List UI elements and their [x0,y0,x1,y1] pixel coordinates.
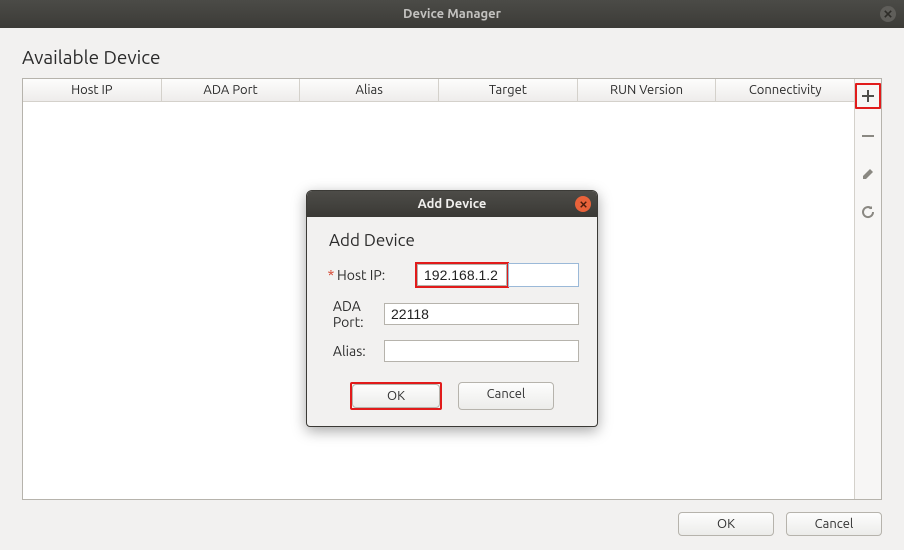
modal-title: Add Device [418,197,487,211]
column-header-run-version[interactable]: RUN Version [578,79,717,101]
column-header-target[interactable]: Target [439,79,578,101]
window-titlebar: Device Manager [0,0,904,28]
hostip-label: Host IP: [337,267,415,283]
column-header-ada-port[interactable]: ADA Port [162,79,301,101]
alias-row: Alias: [325,340,579,362]
adaport-input[interactable] [384,303,579,325]
modal-cancel-button[interactable]: Cancel [458,382,554,410]
modal-heading: Add Device [329,231,579,250]
alias-input[interactable] [384,340,579,362]
cancel-button[interactable]: Cancel [786,512,882,536]
close-icon[interactable] [575,196,591,212]
minus-icon[interactable] [857,125,879,147]
modal-titlebar: Add Device [307,191,597,217]
modal-ok-button[interactable]: OK [352,384,440,408]
refresh-icon[interactable] [857,201,879,223]
adaport-label: ADA Port: [333,298,384,330]
table-header-row: Host IP ADA Port Alias Target RUN Versio… [23,79,854,102]
ok-highlight: OK [350,382,442,410]
column-header-alias[interactable]: Alias [300,79,439,101]
ok-button[interactable]: OK [678,512,774,536]
plus-icon[interactable] [857,85,879,107]
column-header-connectivity[interactable]: Connectivity [716,79,854,101]
hostip-row: * Host IP: [325,262,579,288]
add-device-dialog: Add Device Add Device * Host IP: ADA Por… [306,190,598,427]
side-toolbar [854,79,881,499]
alias-label: Alias: [333,343,384,359]
column-header-host-ip[interactable]: Host IP [23,79,162,101]
edit-icon[interactable] [857,163,879,185]
modal-button-bar: OK Cancel [325,382,579,410]
dialog-button-bar: OK Cancel [678,512,882,536]
close-icon[interactable] [880,6,896,22]
required-marker: * [325,267,337,283]
hostip-input[interactable] [417,264,507,286]
add-highlight [855,83,881,109]
hostip-highlight [415,262,509,288]
adaport-row: ADA Port: [325,298,579,330]
section-title: Available Device [22,46,904,68]
window-title: Device Manager [403,7,501,21]
hostip-focus-extension[interactable] [508,263,579,287]
